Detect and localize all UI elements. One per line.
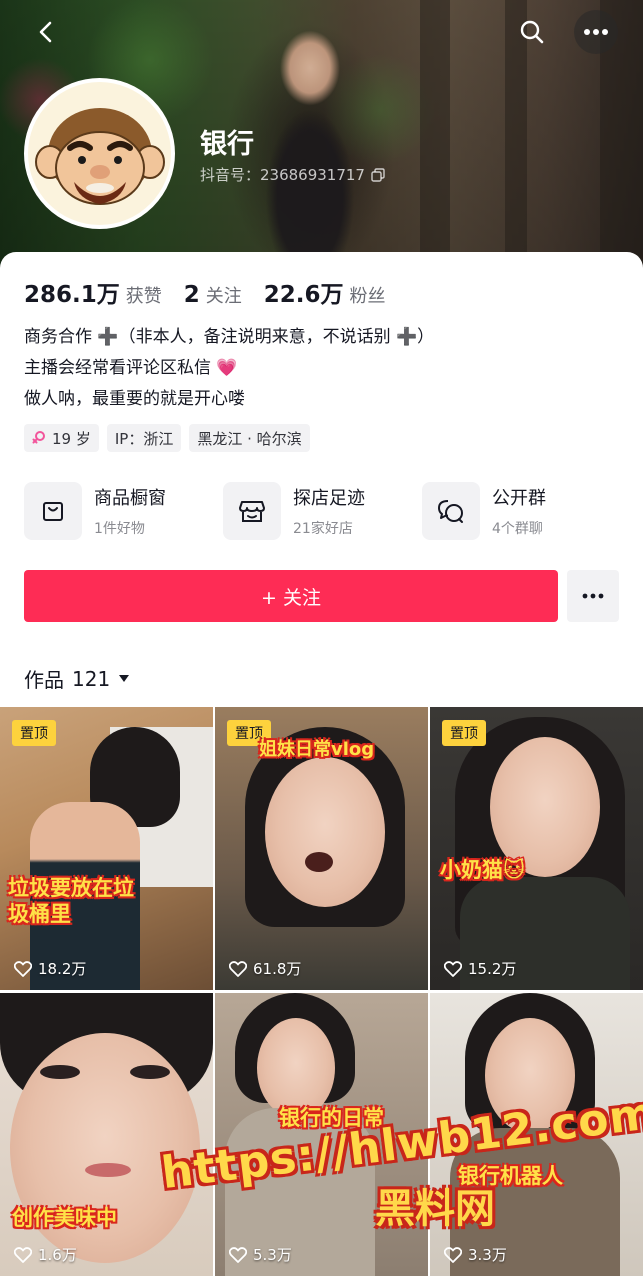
video-caption: 创作美味中 <box>12 1206 117 1230</box>
profile-tags: 19 岁 IP：浙江 黑龙江 · 哈尔滨 <box>24 424 310 452</box>
likes-count: 5.3万 <box>253 1246 292 1264</box>
ellipsis-icon <box>584 29 608 35</box>
monkey-cartoon-avatar-icon <box>28 82 171 225</box>
banner-person-photo <box>250 28 370 275</box>
bio-line: 做人呐，最重要的就是开心喽 <box>24 389 245 409</box>
video-caption: 小奶猫🐱 <box>440 858 525 882</box>
follow-button[interactable]: + 关注 <box>24 570 558 622</box>
scene-face <box>257 1018 335 1118</box>
scene-mouth <box>85 1163 131 1177</box>
douyin-id: 抖音号：23686931717 <box>200 164 385 185</box>
likes-count: 286.1万 <box>24 282 120 308</box>
shopping-bag-icon <box>24 482 82 540</box>
video-thumbnail[interactable]: 置顶 垃圾要放在垃 圾桶里 18.2万 <box>0 707 213 990</box>
scene-eye <box>130 1065 170 1079</box>
feature-sub: 4个群聊 <box>492 521 543 537</box>
feature-sub: 1件好物 <box>94 521 145 537</box>
back-button[interactable] <box>24 10 68 54</box>
pinned-badge: 置顶 <box>12 720 56 746</box>
likes-count: 3.3万 <box>468 1246 507 1264</box>
likes-count: 15.2万 <box>468 960 517 978</box>
video-likes: 3.3万 <box>444 1244 507 1265</box>
works-label: 作品 <box>24 668 64 692</box>
feature-title: 公开群 <box>492 488 546 509</box>
video-thumbnail[interactable]: 创作美味中 1.6万 <box>0 993 213 1276</box>
age-tag: 19 岁 <box>24 424 99 452</box>
video-likes: 5.3万 <box>229 1244 292 1265</box>
works-count: 121 <box>72 666 111 691</box>
video-likes: 1.6万 <box>14 1244 77 1265</box>
likes-count: 1.6万 <box>38 1246 77 1264</box>
store-visits-entry[interactable]: 探店足迹 21家好店 <box>223 481 422 541</box>
likes-count: 18.2万 <box>38 960 87 978</box>
female-icon <box>32 431 45 444</box>
heart-icon <box>229 960 247 977</box>
works-tab[interactable]: 作品 121 <box>24 664 130 693</box>
video-likes: 15.2万 <box>444 958 516 979</box>
follow-more-button[interactable] <box>567 570 619 622</box>
following-count[interactable]: 2 <box>184 282 200 308</box>
shop-window-entry[interactable]: 商品橱窗 1件好物 <box>24 481 223 541</box>
video-thumbnail[interactable]: 置顶 小奶猫🐱 15.2万 <box>430 707 643 990</box>
video-likes: 61.8万 <box>229 958 301 979</box>
search-button[interactable] <box>510 10 554 54</box>
bio-line: 主播会经常看评论区私信 💗 <box>24 358 238 378</box>
bio: 商务合作 ➕（非本人，备注说明来意，不说话别 ➕） 主播会经常看评论区私信 💗 … <box>24 322 434 415</box>
heart-icon <box>444 960 462 977</box>
likes-count: 61.8万 <box>253 960 302 978</box>
video-thumbnail[interactable]: 置顶 姐妹日常vlog 61.8万 <box>215 707 428 990</box>
feature-title: 探店足迹 <box>293 488 365 509</box>
stats-row: 286.1万 获赞 2 关注 22.6万 粉丝 <box>24 275 408 309</box>
search-icon <box>520 20 544 44</box>
heart-icon <box>444 1246 462 1263</box>
heart-icon <box>229 1246 247 1263</box>
feature-title: 商品橱窗 <box>94 488 166 509</box>
heart-icon <box>14 1246 32 1263</box>
nickname: 银行 <box>200 129 254 160</box>
scene-eye <box>40 1065 80 1079</box>
watermark-name: 黑料网 <box>375 1186 495 1232</box>
chevron-left-icon <box>39 21 52 43</box>
caret-down-icon <box>119 674 130 682</box>
likes-label: 获赞 <box>125 286 162 307</box>
video-likes: 18.2万 <box>14 958 86 979</box>
avatar[interactable] <box>24 78 175 229</box>
feature-entries: 商品橱窗 1件好物 探店足迹 21家好店 公开群 4个群聊 <box>24 481 621 541</box>
following-label[interactable]: 关注 <box>206 282 242 308</box>
bio-line: 商务合作 ➕（非本人，备注说明来意，不说话别 ➕） <box>24 327 435 347</box>
video-caption: 垃圾要放在垃 圾桶里 <box>8 876 134 926</box>
copy-icon[interactable] <box>371 167 385 182</box>
followers-label[interactable]: 粉丝 <box>350 282 386 308</box>
scene-mouth <box>305 852 333 872</box>
chat-bubbles-icon <box>422 482 480 540</box>
more-options-button[interactable] <box>574 10 618 54</box>
ellipsis-icon <box>582 593 604 599</box>
banner-pillar <box>420 0 450 275</box>
age-text: 19 岁 <box>52 429 91 448</box>
followers-count[interactable]: 22.6万 <box>264 275 344 309</box>
shop-icon <box>223 482 281 540</box>
feature-sub: 21家好店 <box>293 521 353 537</box>
scene-face <box>265 757 385 907</box>
public-group-entry[interactable]: 公开群 4个群聊 <box>422 481 621 541</box>
ip-tag: IP：浙江 <box>106 424 182 452</box>
video-caption: 姐妹日常vlog <box>259 739 375 760</box>
scene-face <box>490 737 600 877</box>
pinned-badge: 置顶 <box>442 720 486 746</box>
douyin-id-text: 抖音号：23686931717 <box>200 166 365 184</box>
location-tag: 黑龙江 · 哈尔滨 <box>189 424 310 452</box>
heart-icon <box>14 960 32 977</box>
